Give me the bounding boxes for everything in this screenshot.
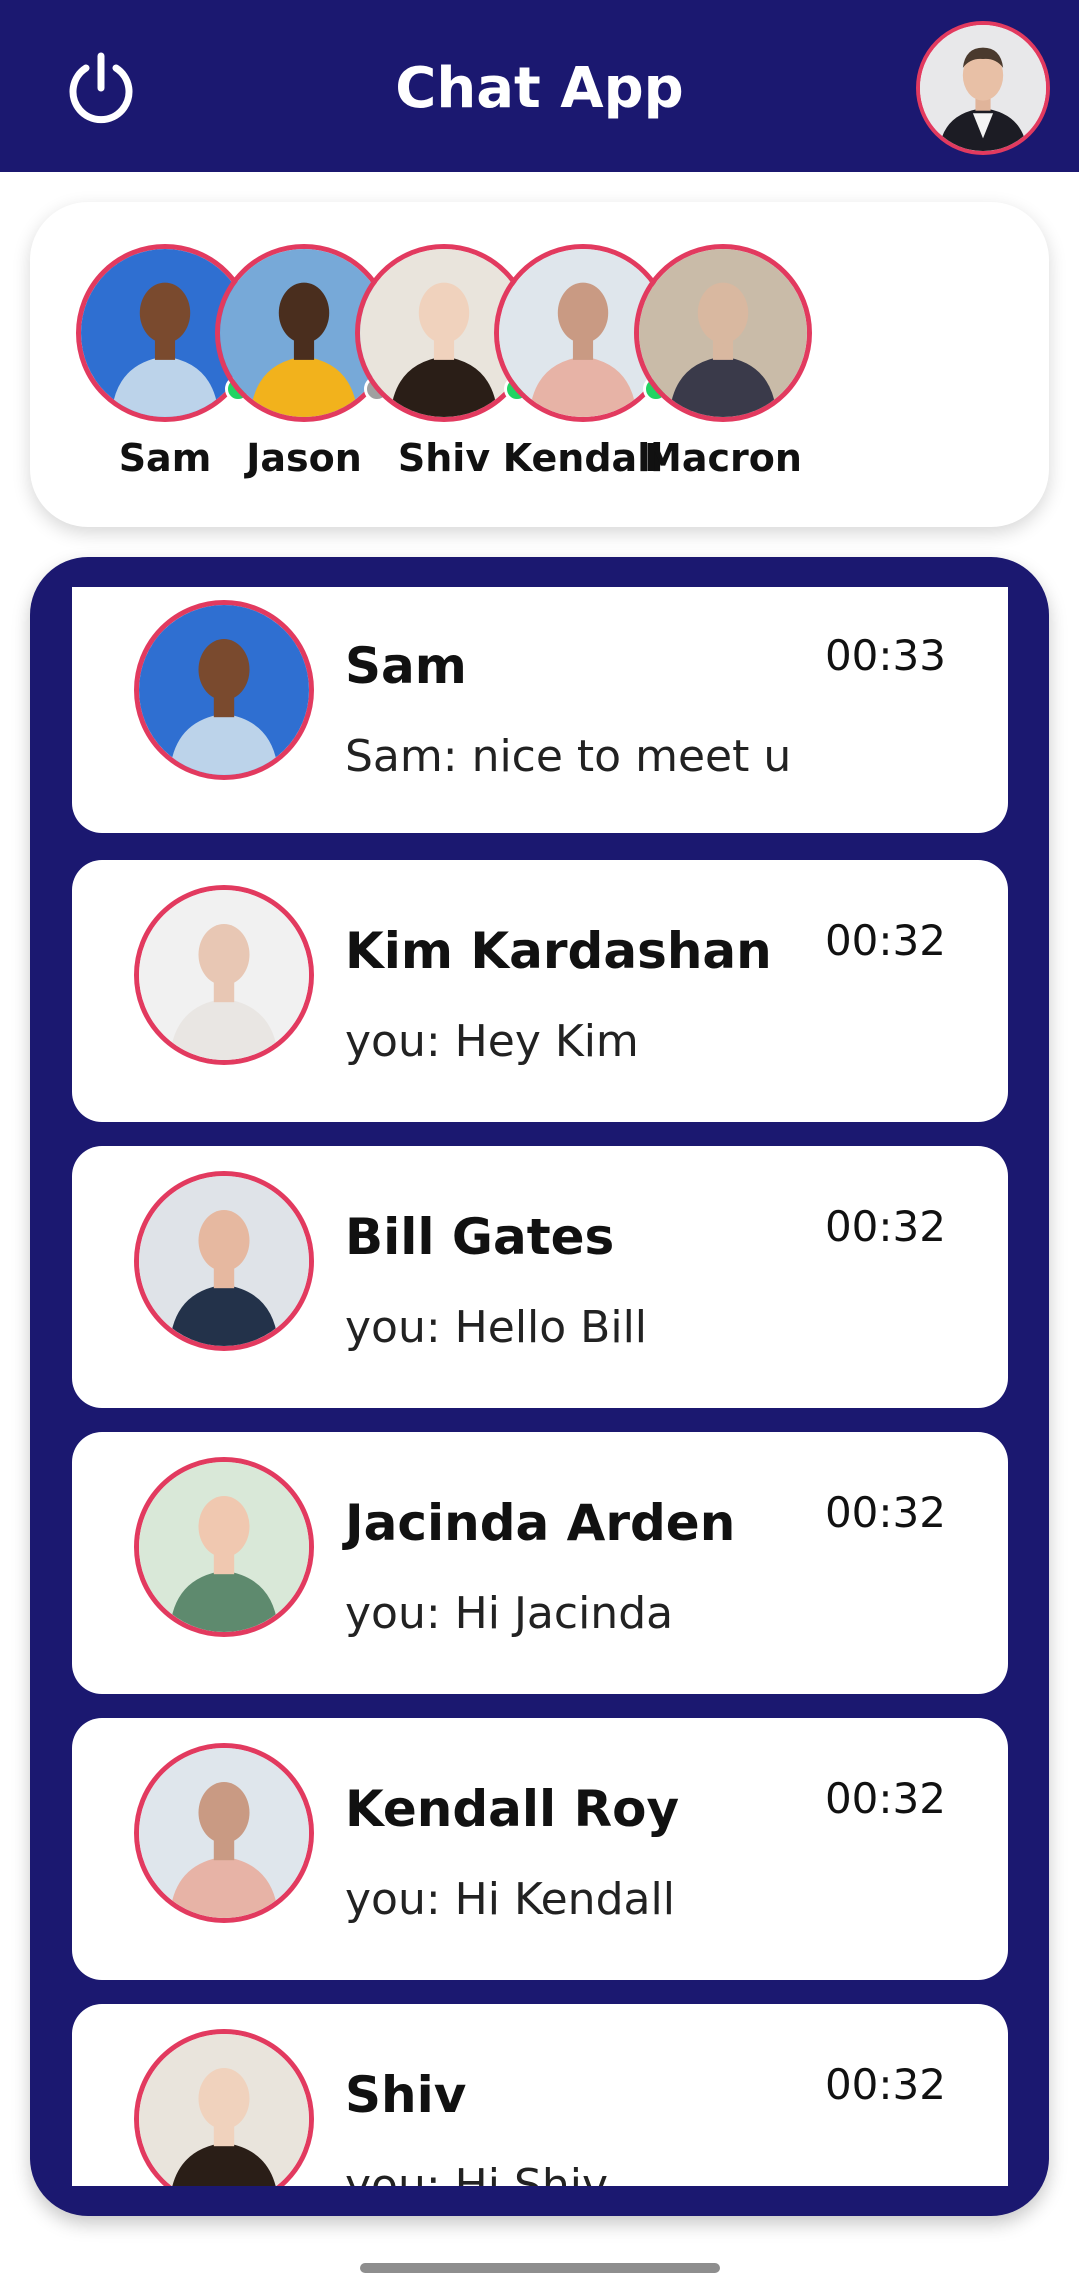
chat-name: Jacinda Arden bbox=[345, 1494, 736, 1552]
stories-bar[interactable]: Sam Jason Shiv Kendall Macron bbox=[30, 202, 1049, 527]
story-name: Macron bbox=[644, 436, 802, 480]
chat-photo bbox=[139, 1748, 309, 1918]
chat-preview: you: Hi Jacinda bbox=[345, 1588, 674, 1639]
chat-name: Kim Kardashan bbox=[345, 922, 772, 980]
chat-preview: you: Hello Bill bbox=[345, 1302, 648, 1353]
chat-time: 00:33 bbox=[824, 631, 946, 680]
chat-time: 00:32 bbox=[824, 2060, 946, 2109]
chat-avatar bbox=[134, 2029, 314, 2186]
chat-name: Kendall Roy bbox=[345, 1780, 680, 1838]
home-indicator[interactable] bbox=[360, 2263, 720, 2273]
chat-list-item[interactable]: Shiv 00:32 you: Hi Shiv bbox=[72, 2004, 1008, 2186]
chat-time: 00:32 bbox=[824, 1774, 946, 1823]
chat-preview: you: Hi Shiv bbox=[345, 2160, 609, 2186]
chat-time: 00:32 bbox=[824, 1488, 946, 1537]
chat-preview: Sam: nice to meet u bbox=[345, 731, 792, 782]
chat-list-item[interactable]: Kim Kardashan 00:32 you: Hey Kim bbox=[72, 860, 1008, 1122]
chat-photo bbox=[139, 605, 309, 775]
chat-avatar bbox=[134, 1171, 314, 1351]
chat-photo bbox=[139, 1462, 309, 1632]
chat-photo bbox=[139, 2034, 309, 2186]
story-item[interactable]: Macron bbox=[633, 244, 813, 494]
app-header: Chat App bbox=[0, 0, 1079, 172]
chat-name: Bill Gates bbox=[345, 1208, 615, 1266]
current-user-avatar[interactable] bbox=[916, 21, 1050, 155]
chat-preview: you: Hi Kendall bbox=[345, 1874, 675, 1925]
story-avatar bbox=[634, 244, 812, 422]
chat-list[interactable]: Sam 00:33 Sam: nice to meet u Kim Kardashan… bbox=[72, 587, 1008, 2186]
chat-preview: you: Hey Kim bbox=[345, 1016, 639, 1067]
chat-avatar bbox=[134, 600, 314, 780]
chat-list-item[interactable]: Sam 00:33 Sam: nice to meet u bbox=[72, 587, 1008, 833]
chat-list-item[interactable]: Bill Gates 00:32 you: Hello Bill bbox=[72, 1146, 1008, 1408]
chat-photo bbox=[139, 1176, 309, 1346]
story-photo bbox=[639, 249, 807, 417]
chat-list-item[interactable]: Kendall Roy 00:32 you: Hi Kendall bbox=[72, 1718, 1008, 1980]
chat-name: Shiv bbox=[345, 2066, 467, 2124]
chat-photo bbox=[139, 890, 309, 1060]
chat-avatar bbox=[134, 1457, 314, 1637]
chat-time: 00:32 bbox=[824, 1202, 946, 1251]
chat-time: 00:32 bbox=[824, 916, 946, 965]
chat-avatar bbox=[134, 885, 314, 1065]
chat-list-item[interactable]: Jacinda Arden 00:32 you: Hi Jacinda bbox=[72, 1432, 1008, 1694]
chat-list-panel: Sam 00:33 Sam: nice to meet u Kim Kardashan… bbox=[30, 557, 1049, 2216]
chat-avatar bbox=[134, 1743, 314, 1923]
chat-name: Sam bbox=[345, 637, 467, 695]
profile-photo bbox=[920, 25, 1046, 151]
